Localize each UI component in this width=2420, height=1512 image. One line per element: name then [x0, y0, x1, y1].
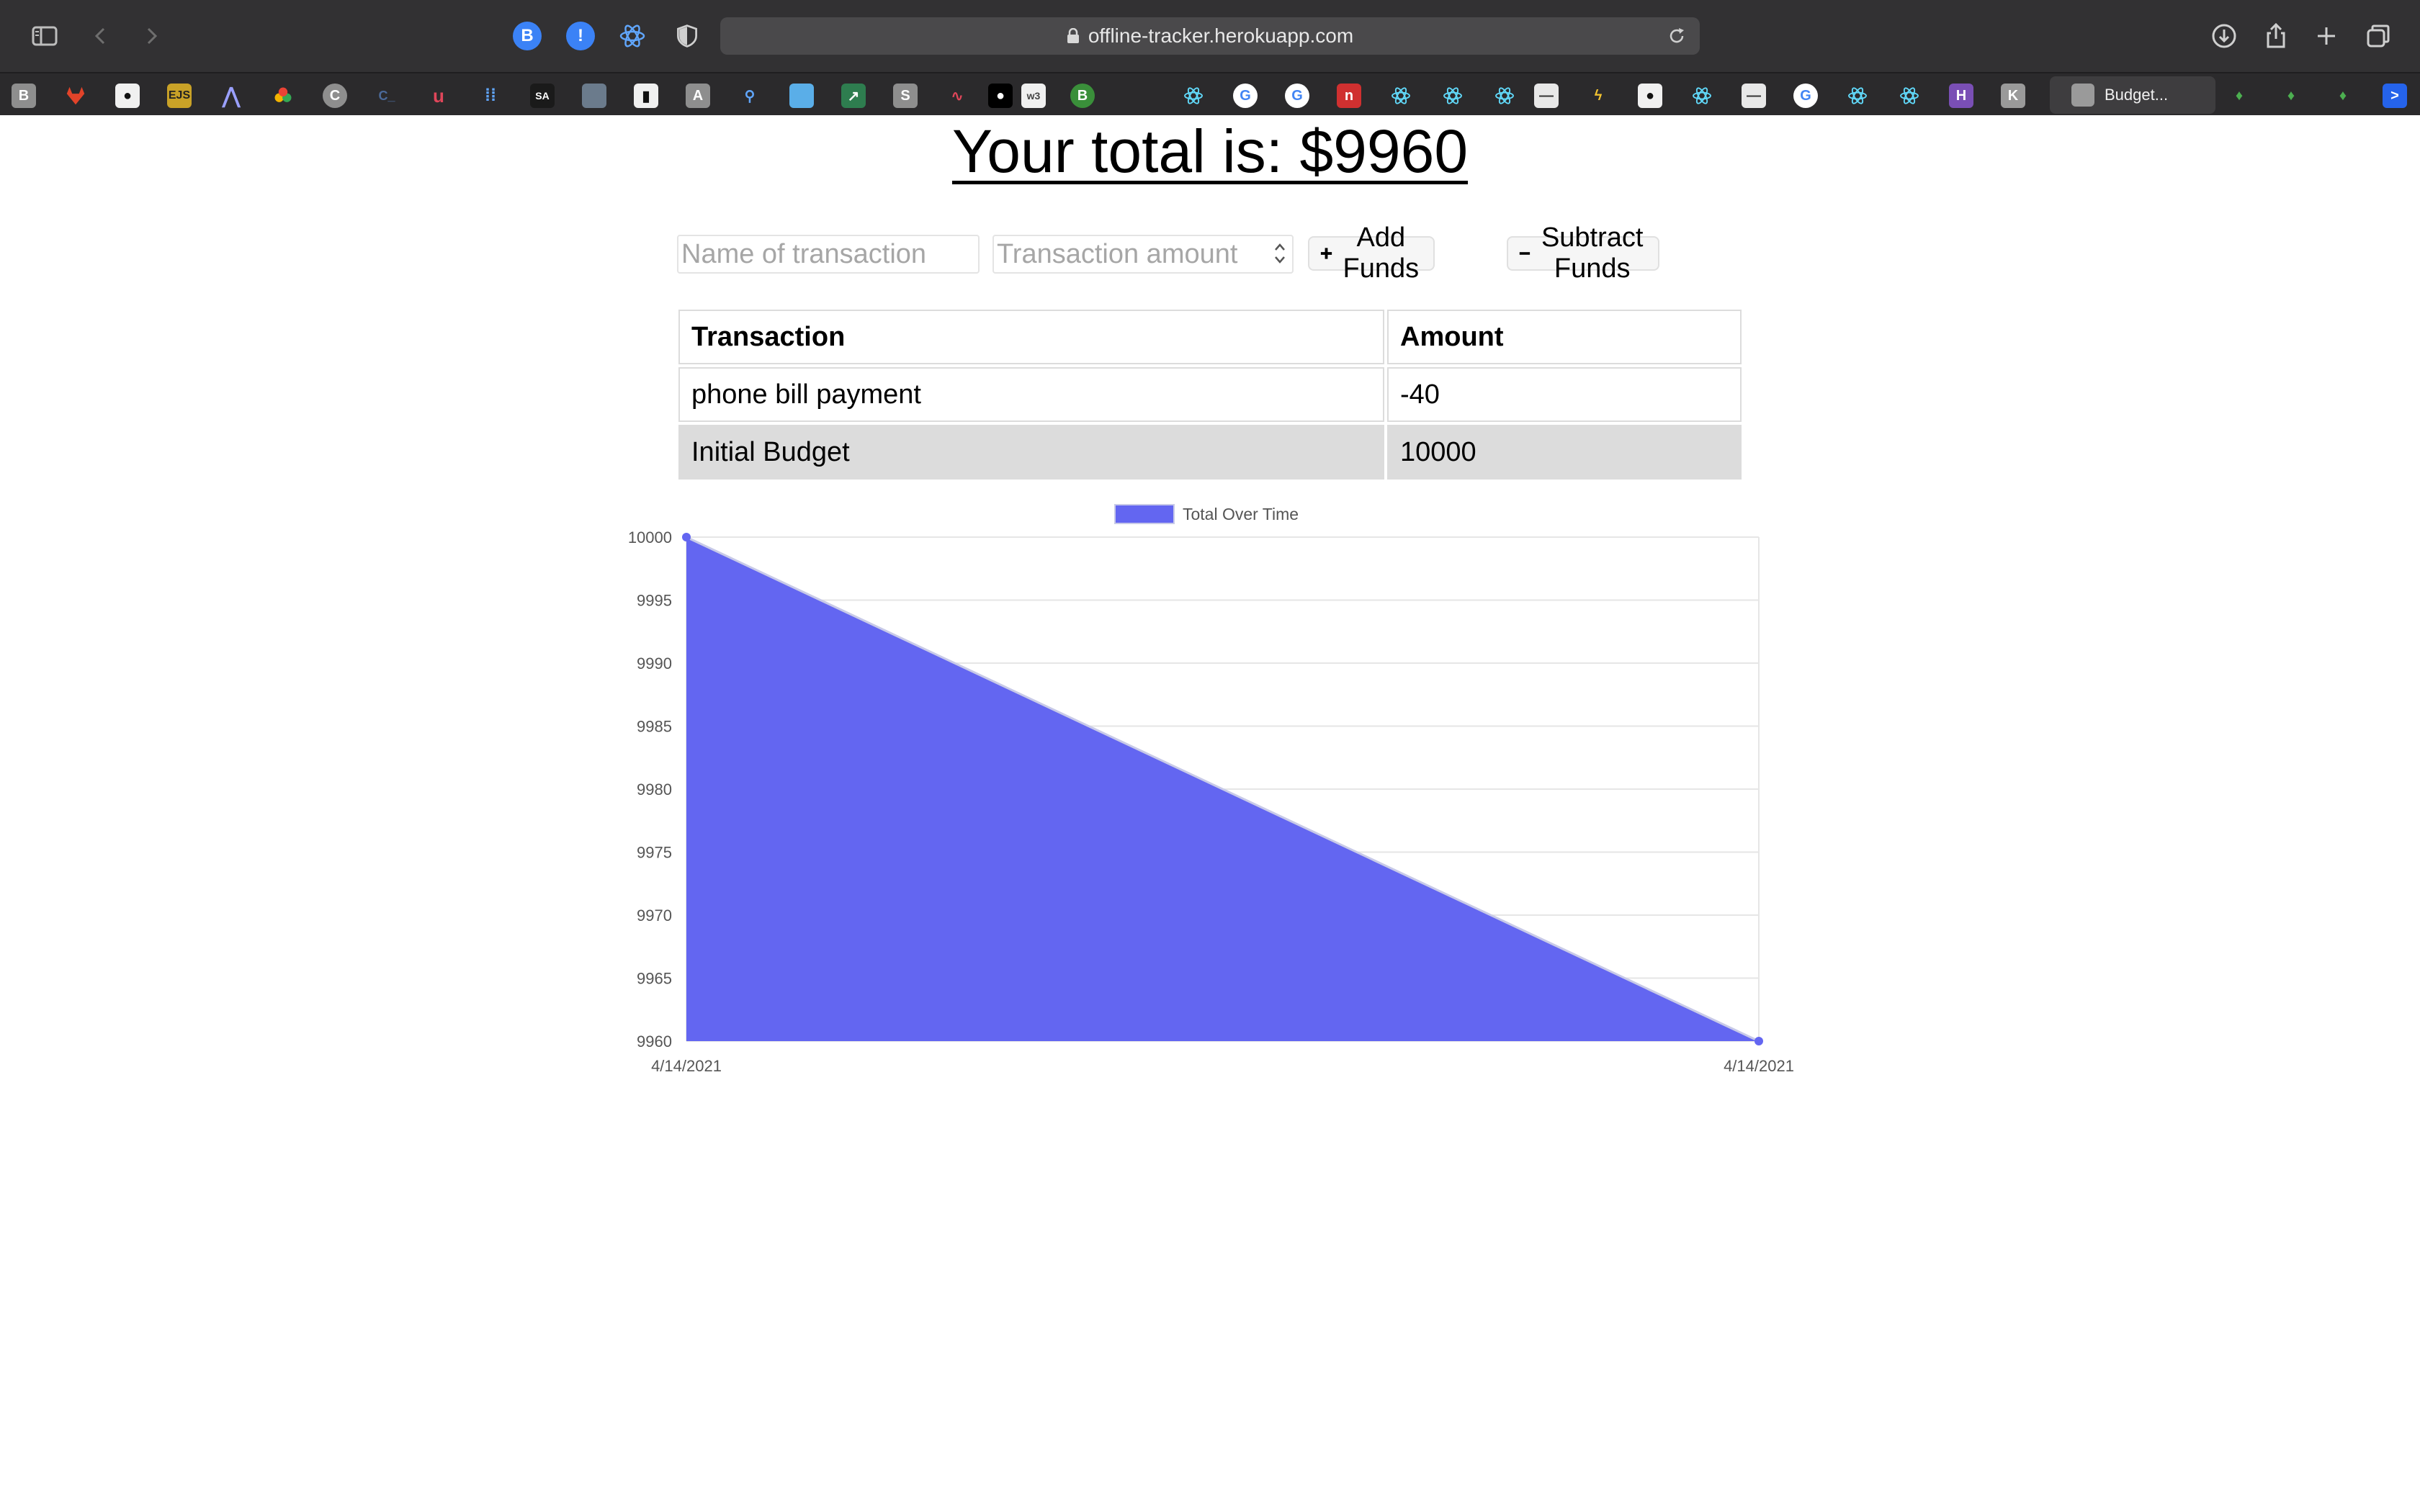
y-tick-label: 9985 [637, 718, 672, 736]
bookmark-image-icon[interactable] [582, 84, 606, 108]
share-icon[interactable] [2259, 19, 2293, 53]
extension-react-icon[interactable] [618, 22, 647, 50]
bookmark-heroku-icon[interactable]: H [1949, 84, 1973, 108]
bookmark-react-icon-2[interactable] [1389, 84, 1413, 108]
data-point [1754, 1037, 1763, 1045]
bookmark-github-icon-2[interactable]: ● [1638, 84, 1662, 108]
bookmark-dots-icon[interactable]: ⁞⁞ [478, 84, 503, 108]
bookmark-code-icon[interactable]: C_ [375, 84, 399, 108]
tab-overview-icon[interactable] [2361, 19, 2396, 53]
bookmark-wave-icon[interactable]: ∿ [945, 84, 969, 108]
bookmark-udemy-icon[interactable]: u [426, 84, 451, 108]
url-text: offline-tracker.herokuapp.com [1088, 24, 1354, 47]
bookmark-leaf-icon-3[interactable]: ♦ [2331, 84, 2355, 108]
bookmark-react-icon-4[interactable] [1492, 84, 1517, 108]
browser-chrome: B ! offline-tracker.herokuapp.com B ● EJ… [0, 0, 2420, 115]
address-bar[interactable]: offline-tracker.herokuapp.com [720, 17, 1700, 55]
data-point [682, 533, 691, 541]
bookmark-dash-icon-1[interactable]: — [1534, 84, 1559, 108]
bookmark-github-icon[interactable]: ● [115, 84, 140, 108]
lock-icon [1067, 28, 1079, 43]
extension-alert-icon[interactable]: ! [566, 22, 595, 50]
bookmark-google-icon-2[interactable]: G [1285, 84, 1309, 108]
bookmark-leaf-icon-1[interactable]: ♦ [2227, 84, 2251, 108]
y-tick-label: 9990 [637, 654, 672, 672]
tab-title: Budget... [2105, 86, 2169, 104]
active-tab[interactable]: Budget... [2050, 76, 2215, 114]
bookmark-terminal-icon[interactable]: > [2383, 84, 2407, 108]
x-axis-ticks: 4/14/2021 4/14/2021 [651, 1057, 1794, 1075]
bookmark-react-icon-5[interactable] [1690, 84, 1714, 108]
back-icon[interactable] [84, 19, 118, 53]
bookmark-b-green-icon[interactable]: B [1070, 84, 1095, 108]
legend-label: Total Over Time [1183, 505, 1299, 523]
y-axis-ticks: 10000 9995 9990 9985 9980 9975 9970 9965 9960 [628, 528, 672, 1050]
bookmark-react-icon-7[interactable] [1897, 84, 1922, 108]
bookmark-gitlab-icon[interactable] [63, 84, 88, 108]
bookmark-ejs-icon[interactable]: EJS [167, 84, 192, 108]
y-tick-label: 9970 [637, 906, 672, 924]
bookmark-sa-icon[interactable]: SA [530, 84, 555, 108]
bookmark-dash-icon-2[interactable]: — [1742, 84, 1766, 108]
sidebar-toggle-icon[interactable] [27, 19, 62, 53]
bookmark-s-icon[interactable]: S [893, 84, 918, 108]
bookmark-w3-icon[interactable]: w3 [1021, 84, 1046, 108]
bookmark-clover-icon[interactable] [271, 84, 295, 108]
y-tick-label: 9995 [637, 592, 672, 610]
x-tick-label: 4/14/2021 [1724, 1057, 1794, 1075]
bookmark-google-icon-1[interactable]: G [1233, 84, 1258, 108]
reload-icon[interactable] [1665, 24, 1688, 48]
bookmark-react-icon-3[interactable] [1440, 84, 1465, 108]
bookmark-react-icon-1[interactable] [1181, 84, 1206, 108]
bookmark-mountain-icon[interactable]: ⋀ [219, 84, 243, 108]
downloads-icon[interactable] [2207, 19, 2241, 53]
bookmark-b-icon[interactable]: B [12, 84, 36, 108]
y-tick-label: 9980 [637, 780, 672, 798]
bookmark-blue-icon[interactable] [789, 84, 814, 108]
chart-legend: Total Over Time [1114, 504, 1299, 524]
new-tab-icon[interactable] [2309, 19, 2344, 53]
bookmark-c-icon[interactable]: C [323, 84, 347, 108]
privacy-shield-icon[interactable] [673, 22, 702, 50]
page-content: Your total is: $9960 Add Funds Subtract … [0, 115, 2420, 1512]
bookmark-chart-icon[interactable]: ↗ [841, 84, 866, 108]
legend-swatch [1114, 504, 1175, 524]
total-over-time-chart: 10000 9995 9990 9985 9980 9975 9970 9965 9960 4/… [628, 504, 1794, 1075]
bookmark-bolt-icon[interactable]: ϟ [1586, 84, 1610, 108]
bookmark-book-icon[interactable]: ▮ [634, 84, 658, 108]
y-tick-label: 10000 [628, 528, 672, 546]
tab-favicon-icon [2071, 84, 2094, 107]
bookmark-a-icon[interactable]: A [686, 84, 710, 108]
y-tick-label: 9975 [637, 844, 672, 862]
bookmark-leaf-icon-2[interactable]: ♦ [2279, 84, 2303, 108]
bookmark-dog-icon[interactable]: ● [988, 84, 1013, 108]
y-tick-label: 9960 [637, 1032, 672, 1050]
extension-badge-icon[interactable]: B [513, 22, 542, 50]
bookmark-google-icon-3[interactable]: G [1793, 84, 1818, 108]
y-tick-label: 9965 [637, 970, 672, 988]
bookmark-n-icon[interactable]: n [1337, 84, 1361, 108]
bookmark-search-icon[interactable]: ⚲ [738, 84, 762, 108]
bookmark-react-icon-6[interactable] [1845, 84, 1870, 108]
bookmark-k-icon[interactable]: K [2001, 84, 2025, 108]
forward-icon[interactable] [134, 19, 169, 53]
x-tick-label: 4/14/2021 [651, 1057, 722, 1075]
browser-toolbar: B ! offline-tracker.herokuapp.com [0, 0, 2420, 72]
